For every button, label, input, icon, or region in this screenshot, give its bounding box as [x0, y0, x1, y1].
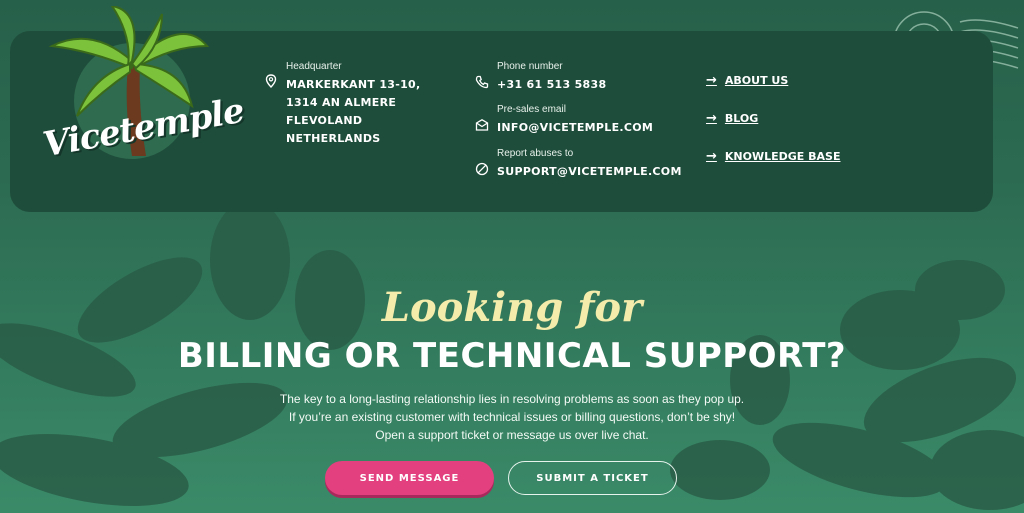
- blog-label: BLOG: [724, 112, 759, 125]
- envelope-icon: [475, 119, 489, 131]
- arrow-right-icon: →: [706, 111, 717, 126]
- phone-number-link[interactable]: +31 61 513 5838: [497, 76, 606, 94]
- location-pin-icon: [265, 74, 277, 88]
- hero-paragraph-line: Open a support ticket or message us over…: [375, 428, 649, 442]
- hero-paragraph: The key to a long-lasting relationship l…: [0, 390, 1024, 444]
- knowledge-base-link[interactable]: → KNOWLEDGE BASE: [706, 149, 840, 164]
- address-line: MARKERKANT 13-10,: [286, 78, 421, 91]
- address-line: 1314 AN ALMERE: [286, 96, 397, 109]
- about-us-label: ABOUT US: [724, 74, 789, 87]
- about-us-link[interactable]: → ABOUT US: [706, 73, 788, 88]
- phone-icon: [475, 75, 489, 89]
- hero-kicker: Looking for: [381, 284, 643, 331]
- arrow-right-icon: →: [706, 149, 717, 164]
- headquarter-label: Headquarter: [286, 61, 342, 72]
- knowledge-base-label: KNOWLEDGE BASE: [724, 150, 841, 163]
- phone-block: Phone number +31 61 513 5838: [497, 61, 606, 94]
- abuse-label: Report abuses to: [497, 148, 574, 159]
- send-message-button[interactable]: SEND MESSAGE: [325, 461, 494, 495]
- headquarter-block: Headquarter MARKERKANT 13-10, 1314 AN AL…: [286, 61, 420, 148]
- blog-link[interactable]: → BLOG: [706, 111, 758, 126]
- arrow-right-icon: →: [706, 73, 717, 88]
- address-line: FLEVOLAND: [286, 114, 363, 127]
- presales-block: Pre-sales email INFO@VICETEMPLE.COM: [497, 104, 653, 137]
- address-line: NETHERLANDS: [286, 132, 381, 145]
- submit-ticket-button[interactable]: SUBMIT A TICKET: [508, 461, 677, 495]
- presales-email-link[interactable]: INFO@VICETEMPLE.COM: [497, 119, 653, 137]
- hero-title: BILLING OR TECHNICAL SUPPORT?: [177, 336, 847, 376]
- hero-paragraph-line: The key to a long-lasting relationship l…: [279, 392, 745, 406]
- abuse-block: Report abuses to SUPPORT@VICETEMPLE.COM: [497, 148, 682, 181]
- hero-paragraph-line: If you’re an existing customer with tech…: [288, 410, 736, 424]
- phone-label: Phone number: [497, 61, 563, 72]
- presales-label: Pre-sales email: [497, 104, 566, 115]
- support-email-link[interactable]: SUPPORT@VICETEMPLE.COM: [497, 163, 682, 181]
- block-icon: [475, 162, 489, 176]
